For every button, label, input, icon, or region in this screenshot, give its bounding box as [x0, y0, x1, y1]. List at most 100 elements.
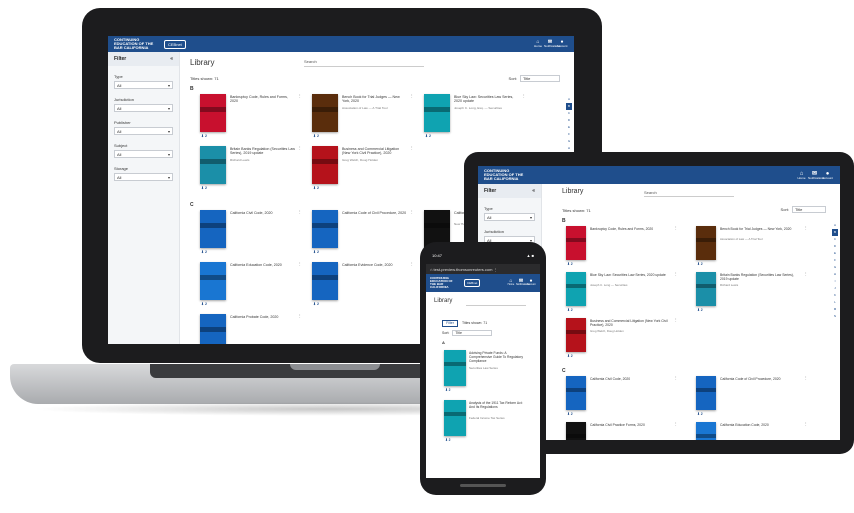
- alphabet-letter[interactable]: F: [832, 257, 838, 264]
- book-card[interactable]: Bankruptcy Code, Rules and Forms, 2020 ⬇ …: [200, 94, 306, 146]
- home-icon[interactable]: ⌂ Home: [795, 171, 808, 180]
- book-cover[interactable]: [566, 318, 586, 352]
- book-title[interactable]: Bench Book for Trial Judges — New York, …: [720, 227, 802, 231]
- download-count[interactable]: ⬇ 2: [567, 308, 573, 312]
- book-cover[interactable]: [566, 272, 586, 306]
- book-card[interactable]: California Code of Civil Procedure, 2020…: [312, 210, 418, 262]
- book-card[interactable]: Bench Book for Trial Judges — New York, …: [312, 94, 418, 146]
- more-options-icon[interactable]: ⋮: [297, 210, 303, 216]
- download-count[interactable]: ⬇ 2: [201, 250, 207, 254]
- book-title[interactable]: California Education Code, 2020: [230, 263, 296, 267]
- more-options-icon[interactable]: ⋮: [409, 94, 415, 100]
- book-title[interactable]: California Civil Practice Forms, 2020: [590, 423, 672, 427]
- book-title[interactable]: California Probate Code, 2020: [230, 315, 296, 319]
- alphabet-letter[interactable]: E: [832, 250, 838, 257]
- book-card[interactable]: California Education Code, 2020⬇ 2⋮: [696, 422, 820, 440]
- book-card[interactable]: Blue Sky Law: Securities Law Series, 202…: [424, 94, 530, 146]
- book-title[interactable]: California Education Code, 2020: [720, 423, 802, 427]
- alphabet-letter[interactable]: A: [566, 96, 572, 103]
- filter-select[interactable]: All ▾: [114, 150, 173, 158]
- book-card[interactable]: California Civil Code, 2020 ⬇ 2 ⋮: [200, 210, 306, 262]
- book-title[interactable]: Bench Book for Trial Judges — New York, …: [342, 95, 408, 104]
- more-options-icon[interactable]: ⋮: [297, 94, 303, 100]
- filter-select[interactable]: All ▾: [114, 81, 173, 89]
- more-options-icon[interactable]: ⋮: [803, 272, 808, 278]
- alphabet-letter[interactable]: M: [832, 306, 838, 313]
- book-card[interactable]: Advising Private Funds: A Comprehensive …: [444, 350, 530, 396]
- book-cover[interactable]: [566, 376, 586, 410]
- book-title[interactable]: Britain Banks Regulation (Securities Law…: [720, 273, 802, 282]
- search-input[interactable]: Search: [644, 190, 734, 197]
- more-options-icon[interactable]: ⋮: [673, 272, 678, 278]
- book-cover[interactable]: [200, 262, 226, 300]
- download-count[interactable]: ⬇ 2: [697, 262, 703, 266]
- alphabet-letter[interactable]: I: [832, 278, 838, 285]
- book-card[interactable]: Analysis of the 1911 Tax Reform Act: And…: [444, 400, 530, 446]
- online-button[interactable]: CEBnet: [164, 39, 186, 49]
- book-cover[interactable]: [566, 422, 586, 440]
- book-title[interactable]: Business and Commercial Litigation (New …: [590, 319, 672, 328]
- book-card[interactable]: Britain Banks Regulation (Securities Law…: [696, 272, 820, 318]
- alphabet-letter[interactable]: J: [832, 285, 838, 292]
- book-card[interactable]: Business and Commercial Litigation (New …: [312, 146, 418, 198]
- alphabet-letter[interactable]: D: [566, 117, 572, 124]
- book-cover[interactable]: [424, 94, 450, 132]
- more-options-icon[interactable]: ⋮: [409, 210, 415, 216]
- filter-button[interactable]: Filter: [442, 320, 458, 327]
- more-options-icon[interactable]: ⋮: [803, 422, 808, 428]
- book-card[interactable]: Bench Book for Trial Judges — New York, …: [696, 226, 820, 272]
- book-cover[interactable]: [696, 422, 716, 440]
- book-title[interactable]: California Evidence Code, 2020: [342, 263, 408, 267]
- more-options-icon[interactable]: ⋮: [409, 146, 415, 152]
- book-title[interactable]: California Civil Code, 2020: [590, 377, 672, 381]
- more-options-icon[interactable]: ⋮: [673, 318, 678, 324]
- more-options-icon[interactable]: ⋮: [297, 146, 303, 152]
- download-count[interactable]: ⬇ 2: [201, 134, 207, 138]
- more-options-icon[interactable]: ⋮: [673, 376, 678, 382]
- more-options-icon[interactable]: ⋮: [297, 262, 303, 268]
- book-cover[interactable]: [696, 376, 716, 410]
- download-count[interactable]: ⬇ 2: [445, 388, 451, 392]
- alphabet-letter[interactable]: E: [566, 124, 572, 131]
- book-title[interactable]: Advising Private Funds: A Comprehensive …: [469, 351, 527, 363]
- notifications-icon[interactable]: ✉ Notifications: [544, 40, 560, 48]
- more-options-icon[interactable]: ⋮: [673, 226, 678, 232]
- alphabet-letter[interactable]: D: [832, 243, 838, 250]
- book-card[interactable]: Britain Banks Regulation (Securities Law…: [200, 146, 306, 198]
- more-options-icon[interactable]: ⋮: [409, 262, 415, 268]
- alphabet-letter[interactable]: G: [832, 264, 838, 271]
- filter-select[interactable]: All ▾: [114, 127, 173, 135]
- account-icon[interactable]: ● Account: [556, 40, 568, 48]
- download-count[interactable]: ⬇ 2: [201, 186, 207, 190]
- sort-select[interactable]: Title: [792, 206, 826, 213]
- book-card[interactable]: California Civil Practice Forms, 2020⬇ 2…: [566, 422, 690, 440]
- alphabet-letter[interactable]: B: [832, 229, 838, 236]
- more-options-icon[interactable]: ⋮: [673, 422, 678, 428]
- online-button[interactable]: CEBnet: [464, 279, 481, 287]
- download-count[interactable]: ⬇ 2: [313, 302, 319, 306]
- search-input[interactable]: [466, 300, 526, 306]
- book-cover[interactable]: [312, 146, 338, 184]
- alphabet-letter[interactable]: L: [832, 299, 838, 306]
- browser-url-bar[interactable]: ⌂ test-preview.thomsonreuters.com ⋮: [426, 264, 540, 274]
- book-cover[interactable]: [696, 226, 716, 260]
- book-title[interactable]: Business and Commercial Litigation (New …: [342, 147, 408, 156]
- book-cover[interactable]: [312, 262, 338, 300]
- download-count[interactable]: ⬇ 2: [445, 438, 451, 442]
- book-cover[interactable]: [444, 400, 466, 436]
- book-title[interactable]: Analysis of the 1911 Tax Reform Act: And…: [469, 401, 527, 409]
- home-icon[interactable]: ⌂ Home: [532, 40, 544, 48]
- alphabet-letter[interactable]: K: [832, 292, 838, 299]
- download-count[interactable]: ⬇ 2: [313, 250, 319, 254]
- alphabet-letter[interactable]: H: [832, 271, 838, 278]
- home-icon[interactable]: ⌂ Home: [506, 279, 516, 287]
- book-card[interactable]: California Civil Code, 2020 ⬇ 2 ⋮: [566, 376, 690, 422]
- book-card[interactable]: California Code of Civil Procedure, 2020…: [696, 376, 820, 422]
- alphabet-letter[interactable]: F: [566, 131, 572, 138]
- account-icon[interactable]: ● Account: [526, 279, 536, 287]
- download-count[interactable]: ⬇ 2: [697, 308, 703, 312]
- book-card[interactable]: California Probate Code, 2020⬇ 2⋮: [200, 314, 306, 344]
- book-cover[interactable]: [566, 226, 586, 260]
- more-options-icon[interactable]: ⋮: [803, 376, 808, 382]
- account-icon[interactable]: ● Account: [821, 171, 834, 180]
